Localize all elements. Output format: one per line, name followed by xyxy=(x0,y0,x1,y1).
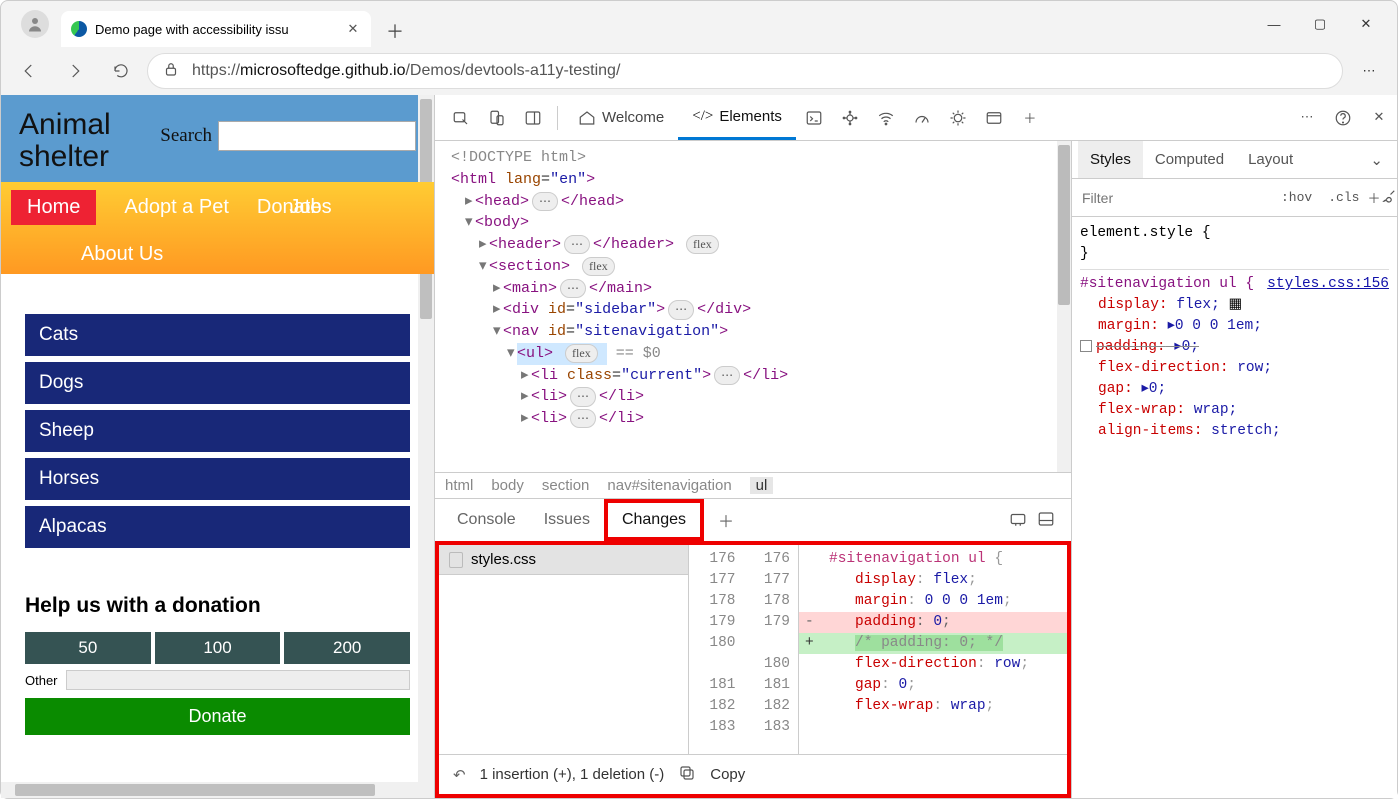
help-icon[interactable] xyxy=(1325,109,1361,127)
dom-tree[interactable]: <!DOCTYPE html> <html lang="en"> ▸<head>… xyxy=(435,141,1071,472)
file-icon xyxy=(449,552,463,568)
device-toggle-icon[interactable] xyxy=(479,95,515,140)
page-viewport: Animalshelter Search Home Adopt a Pet Do… xyxy=(1,95,435,798)
site-brand: Animalshelter xyxy=(19,109,111,172)
drawer-expand-icon[interactable] xyxy=(1009,510,1027,531)
drawer-tab-issues[interactable]: Issues xyxy=(530,499,604,541)
changed-files-list: styles.css xyxy=(439,545,689,754)
more-tools-icon[interactable]: ⋯ xyxy=(1289,109,1325,125)
main-nav: Home Adopt a Pet Donate Jobs About Us xyxy=(1,182,434,274)
search-label: Search xyxy=(160,125,212,147)
tab-console-icon[interactable] xyxy=(796,95,832,140)
dom-scrollbar[interactable] xyxy=(1057,141,1071,472)
brush-icon[interactable] xyxy=(1380,187,1398,208)
tab-performance-icon[interactable] xyxy=(904,95,940,140)
sidebar-item-alpacas[interactable]: Alpacas xyxy=(25,506,410,548)
file-item-styles[interactable]: styles.css xyxy=(439,545,688,575)
drawer-dock-icon[interactable] xyxy=(1037,510,1055,531)
url-host: microsoftedge.github.io xyxy=(240,62,405,80)
tab-network-icon[interactable] xyxy=(868,95,904,140)
close-tab-icon[interactable]: ✕ xyxy=(345,21,361,37)
window-maximize-button[interactable]: ▢ xyxy=(1297,1,1343,47)
window-close-button[interactable]: ✕ xyxy=(1343,1,1389,47)
settings-menu-button[interactable]: ⋯ xyxy=(1349,51,1389,91)
devtools-panel: Welcome </>Elements ＋ ⋯ ✕ xyxy=(435,95,1397,798)
nav-jobs[interactable]: Jobs xyxy=(289,196,331,219)
changes-summary: 1 insertion (+), 1 deletion (-) xyxy=(480,766,665,783)
forward-button[interactable] xyxy=(55,51,95,91)
drawer-add-tab-button[interactable]: ＋ xyxy=(704,499,748,541)
donation-amount-100[interactable]: 100 xyxy=(155,632,281,664)
sidebar-item-dogs[interactable]: Dogs xyxy=(25,362,410,404)
other-amount-input[interactable] xyxy=(66,670,410,690)
profile-avatar[interactable] xyxy=(21,10,49,38)
dock-side-icon[interactable] xyxy=(515,95,551,140)
donation-amount-50[interactable]: 50 xyxy=(25,632,151,664)
donate-button[interactable]: Donate xyxy=(25,698,410,735)
new-style-rule-icon[interactable]: ＋ xyxy=(1367,188,1380,207)
browser-tab[interactable]: Demo page with accessibility issu ✕ xyxy=(61,11,371,47)
tab-welcome[interactable]: Welcome xyxy=(564,95,678,140)
tab-application-icon[interactable] xyxy=(976,95,1012,140)
styles-tab-layout[interactable]: Layout xyxy=(1236,141,1305,178)
nav-adopt[interactable]: Adopt a Pet xyxy=(124,196,229,219)
copy-button[interactable]: Copy xyxy=(710,766,745,783)
styles-tab-computed[interactable]: Computed xyxy=(1143,141,1236,178)
revert-icon[interactable]: ↶ xyxy=(453,766,466,784)
window-minimize-button[interactable]: — xyxy=(1251,1,1297,47)
diff-view[interactable]: #sitenavigation ul { display: flex; marg… xyxy=(799,545,1067,754)
other-label: Other xyxy=(25,673,58,688)
page-horizontal-scrollbar[interactable] xyxy=(1,782,434,798)
edge-icon xyxy=(71,21,87,37)
address-bar[interactable]: https://microsoftedge.github.io/Demos/de… xyxy=(147,53,1343,89)
sidebar-item-cats[interactable]: Cats xyxy=(25,314,410,356)
tab-sources-icon[interactable] xyxy=(832,95,868,140)
close-devtools-icon[interactable]: ✕ xyxy=(1361,109,1397,125)
styles-pane: Styles Computed Layout ⌄ :hov .cls ＋ xyxy=(1072,141,1397,798)
inspect-element-icon[interactable] xyxy=(443,95,479,140)
cls-toggle[interactable]: .cls xyxy=(1320,190,1367,205)
lock-icon xyxy=(162,60,180,83)
tab-elements[interactable]: </>Elements xyxy=(678,95,796,140)
drawer-tab-console[interactable]: Console xyxy=(443,499,530,541)
rule-source-link[interactable]: styles.css:156 xyxy=(1267,274,1389,295)
diff-gutter: 176176 177177 178178 179179 180 180 1811… xyxy=(689,545,799,754)
styles-tab-styles[interactable]: Styles xyxy=(1078,141,1143,178)
chevron-down-icon[interactable]: ⌄ xyxy=(1362,151,1391,169)
styles-filter-input[interactable] xyxy=(1072,190,1273,206)
property-checkbox[interactable] xyxy=(1080,340,1092,352)
breadcrumb[interactable]: html body section nav#sitenavigation ul xyxy=(435,472,1071,498)
devtools-toolbar: Welcome </>Elements ＋ ⋯ ✕ xyxy=(435,95,1397,141)
donation-heading: Help us with a donation xyxy=(1,570,434,632)
url-prefix: https:// xyxy=(192,62,240,80)
sidebar-item-sheep[interactable]: Sheep xyxy=(25,410,410,452)
donation-amount-200[interactable]: 200 xyxy=(284,632,410,664)
tab-memory-icon[interactable] xyxy=(940,95,976,140)
drawer-footer: ↶ 1 insertion (+), 1 deletion (-) Copy xyxy=(439,754,1067,794)
style-rules[interactable]: element.style { } styles.css:156 #sitena… xyxy=(1072,217,1397,448)
back-button[interactable] xyxy=(9,51,49,91)
titlebar: Demo page with accessibility issu ✕ ＋ — … xyxy=(1,1,1397,47)
copy-icon[interactable] xyxy=(678,764,696,786)
browser-toolbar: https://microsoftedge.github.io/Demos/de… xyxy=(1,47,1397,95)
drawer-tabs: Console Issues Changes ＋ xyxy=(435,499,1071,541)
sidebar-item-horses[interactable]: Horses xyxy=(25,458,410,500)
new-tab-button[interactable]: ＋ xyxy=(379,15,411,47)
hov-toggle[interactable]: :hov xyxy=(1273,190,1320,205)
search-input[interactable] xyxy=(218,121,416,151)
nav-home[interactable]: Home xyxy=(11,190,96,225)
url-path: /Demos/devtools-a11y-testing/ xyxy=(405,62,620,80)
more-tabs-button[interactable]: ＋ xyxy=(1012,95,1048,140)
reload-button[interactable] xyxy=(101,51,141,91)
nav-about[interactable]: About Us xyxy=(81,243,163,266)
drawer-tab-changes[interactable]: Changes xyxy=(604,499,704,541)
tab-title: Demo page with accessibility issu xyxy=(95,22,345,37)
